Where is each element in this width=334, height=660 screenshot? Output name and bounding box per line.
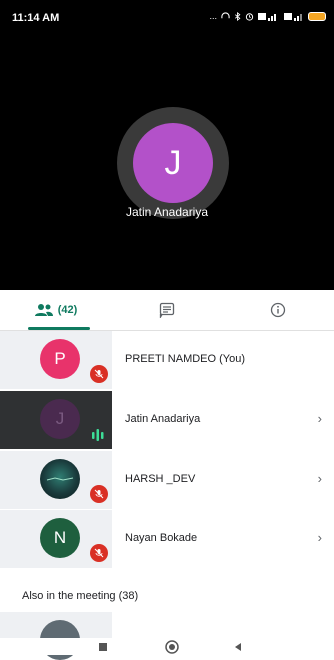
participant-row[interactable]: HARSH _DEV › <box>0 451 334 509</box>
status-icons: ... <box>209 11 326 21</box>
home-icon[interactable] <box>165 640 179 654</box>
participant-name: HARSH _DEV <box>125 473 196 485</box>
main-participant-name: Jatin Anadariya <box>125 205 209 219</box>
mic-off-icon <box>90 365 108 383</box>
participant-tile <box>0 451 112 509</box>
avatar-image <box>40 459 80 499</box>
main-avatar-ring: J <box>117 107 229 219</box>
participant-row[interactable]: N Nayan Bokade › <box>0 510 334 568</box>
chevron-right-icon[interactable]: › <box>318 411 322 426</box>
participant-name: PREETI NAMDEO (You) <box>125 353 246 365</box>
chevron-right-icon[interactable]: › <box>318 471 322 486</box>
main-avatar: J <box>133 123 213 203</box>
android-nav-bar <box>0 638 334 655</box>
participant-row[interactable]: P PREETI NAMDEO (You) <box>0 331 334 389</box>
people-count: (42) <box>57 304 78 316</box>
headphones-icon <box>221 11 230 18</box>
avatar: N <box>40 518 80 558</box>
battery-icon <box>308 11 326 21</box>
signal-icon <box>258 12 276 21</box>
info-icon <box>270 302 286 318</box>
status-time: 11:14 AM <box>12 12 60 24</box>
chevron-right-icon[interactable]: › <box>318 530 322 545</box>
tab-people[interactable]: (42) <box>0 290 111 330</box>
active-tab-indicator <box>28 327 90 330</box>
avatar: J <box>40 399 80 439</box>
participant-tile: J <box>0 391 112 449</box>
bluetooth-icon <box>234 11 241 21</box>
status-bar: 11:14 AM ... <box>0 0 334 40</box>
speaking-indicator-icon <box>92 429 104 441</box>
tab-chat[interactable] <box>111 290 222 330</box>
back-icon[interactable] <box>233 642 243 652</box>
mic-off-icon <box>90 485 108 503</box>
also-in-meeting-label: Also in the meeting (38) <box>22 590 139 602</box>
participant-tile: N <box>0 510 112 568</box>
recents-icon[interactable] <box>98 642 108 652</box>
participant-name: Jatin Anadariya <box>125 413 201 425</box>
main-video-tile[interactable]: J Jatin Anadariya <box>0 40 334 290</box>
chat-icon <box>159 302 174 318</box>
alarm-icon <box>245 12 254 21</box>
mic-off-icon <box>90 544 108 562</box>
participant-row[interactable]: J Jatin Anadariya › <box>0 391 334 449</box>
signal-2-icon <box>284 12 302 21</box>
status-indicators: ... <box>209 11 217 21</box>
tab-bar: (42) <box>0 290 334 331</box>
people-icon <box>34 304 53 316</box>
participant-tile: P <box>0 331 112 389</box>
avatar: P <box>40 339 80 379</box>
participant-tile-partial[interactable] <box>0 612 112 660</box>
participant-name: Nayan Bokade <box>125 532 198 544</box>
tab-info[interactable] <box>222 290 334 330</box>
